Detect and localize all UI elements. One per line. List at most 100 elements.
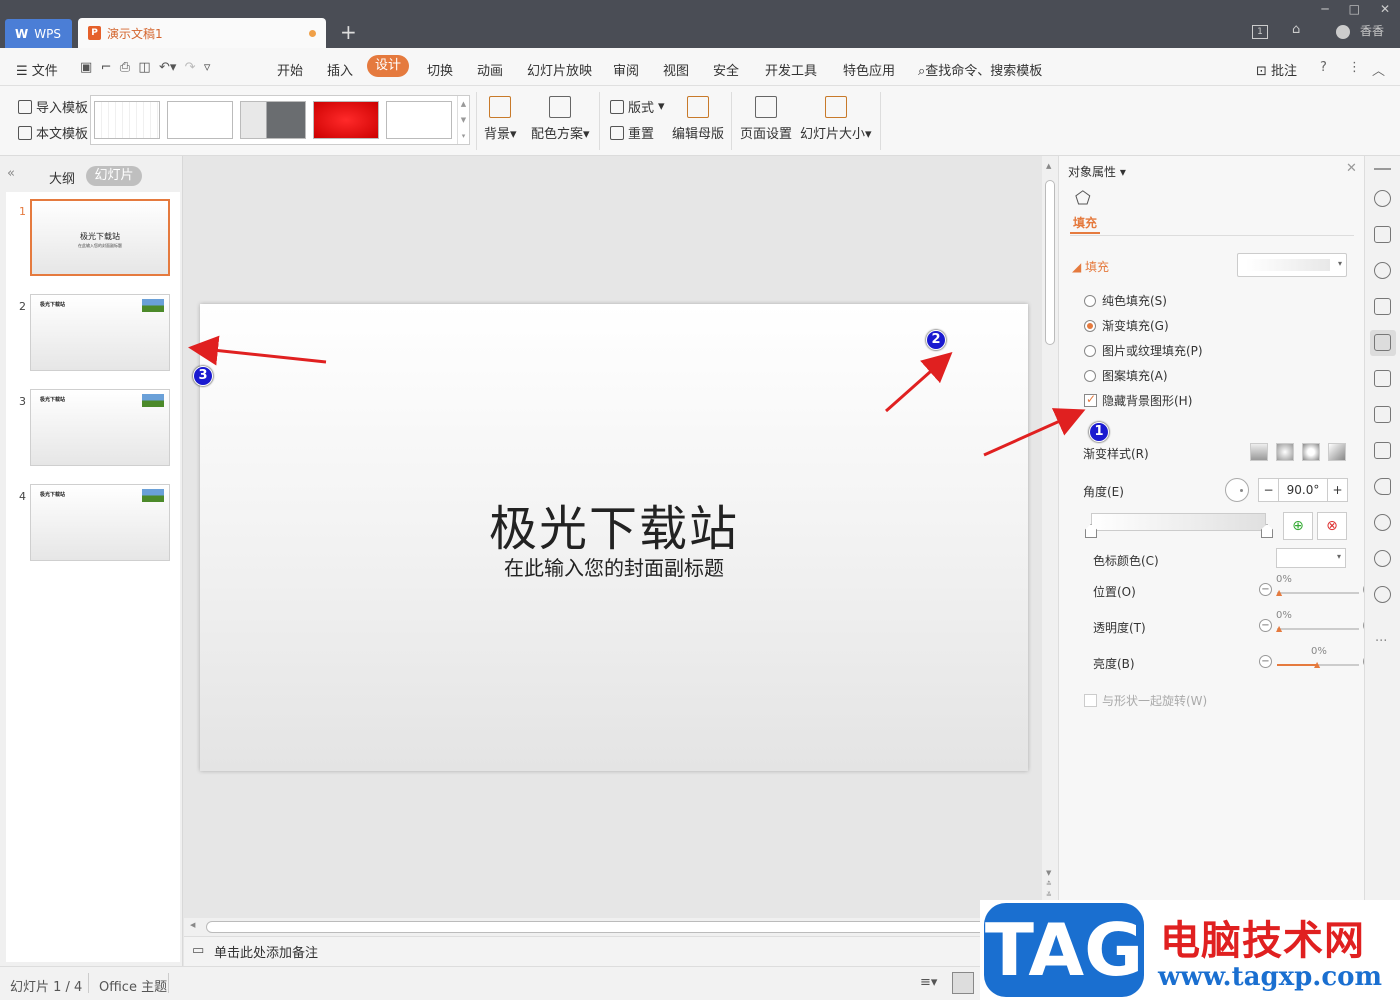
print-icon[interactable]: ⎙	[120, 60, 130, 75]
shape-icon[interactable]	[1374, 262, 1391, 279]
shirt-icon[interactable]: ⌂	[1292, 22, 1300, 37]
customize-icon[interactable]: ▿	[204, 60, 211, 75]
decrement-icon[interactable]: −	[1259, 619, 1272, 632]
minimize-icon[interactable]: ─	[1321, 2, 1328, 16]
download-icon[interactable]	[1374, 514, 1391, 531]
option-solid-fill[interactable]: 纯色填充(S)	[1084, 292, 1167, 309]
comment-button[interactable]: ⊡ 批注	[1256, 60, 1297, 79]
tab-animation[interactable]: 动画	[477, 60, 503, 79]
radio-pattern[interactable]	[1084, 369, 1096, 382]
page-setup-button[interactable]: 页面设置	[740, 96, 792, 142]
slide-thumbnail[interactable]: 极光下载站	[30, 294, 170, 371]
fill-bucket-icon[interactable]: ⬠	[1075, 188, 1091, 209]
tab-outline[interactable]: 大纲	[49, 168, 75, 187]
import-template-button[interactable]: 导入模板	[18, 97, 88, 116]
current-slide[interactable]: 极光下载站 在此输入您的封面副标题	[200, 304, 1028, 771]
scroll-left-icon[interactable]: ◀	[190, 921, 195, 929]
preview-icon[interactable]: ◫	[138, 60, 150, 75]
transparency-slider[interactable]: 透明度(T) − 0% ▲ +	[1093, 610, 1376, 636]
scroll-down-icon[interactable]: ▼ ≛ ≚	[1046, 868, 1052, 901]
linear-gradient-icon[interactable]	[1250, 443, 1268, 461]
tab-fill[interactable]: 填充	[1073, 214, 1097, 231]
tab-developer[interactable]: 开发工具	[765, 60, 817, 79]
format-painter-icon[interactable]: ⌐	[101, 60, 112, 75]
template-thumb-4[interactable]	[313, 101, 379, 139]
slide-subtitle[interactable]: 在此输入您的封面副标题	[200, 552, 1028, 581]
undo-icon[interactable]: ↶▾	[159, 60, 176, 75]
image-icon[interactable]	[1374, 442, 1391, 459]
angle-value[interactable]: 90.0°	[1279, 479, 1327, 501]
angle-stepper[interactable]: − 90.0° +	[1258, 478, 1348, 502]
collapse-panel-icon[interactable]: «	[7, 166, 15, 181]
gallery-icon[interactable]	[1374, 370, 1391, 387]
option-gradient-fill[interactable]: 渐变填充(G)	[1084, 317, 1169, 334]
decrement-icon[interactable]: −	[1259, 655, 1272, 668]
normal-view-icon[interactable]	[952, 972, 974, 994]
increment-icon[interactable]: +	[1327, 479, 1347, 501]
help-circle-icon[interactable]	[1374, 586, 1391, 603]
panel-header[interactable]: 对象属性 ▾	[1068, 163, 1126, 180]
slide-thumbnail[interactable]: 极光下载站	[30, 389, 170, 466]
angle-dial[interactable]	[1225, 478, 1249, 502]
this-template-button[interactable]: 本文模板	[18, 123, 88, 142]
document-tab[interactable]: P 演示文稿1	[78, 18, 326, 48]
more-icon[interactable]: ⋮	[1348, 60, 1361, 75]
maximize-icon[interactable]: □	[1349, 2, 1360, 16]
template-thumb-1[interactable]	[94, 101, 160, 139]
scrollbar-thumb[interactable]	[1045, 180, 1055, 345]
close-panel-icon[interactable]: ✕	[1346, 161, 1357, 176]
wps-home-tab[interactable]: W WPS	[5, 19, 72, 48]
option-hide-background[interactable]: ✓ 隐藏背景图形(H)	[1084, 392, 1192, 409]
scrollbar-thumb[interactable]	[206, 921, 996, 933]
brightness-slider[interactable]: 亮度(B) − 0% ▲ +	[1093, 646, 1376, 672]
search-command[interactable]: ⌕查找命令、搜索模板	[918, 60, 1042, 79]
decrement-icon[interactable]: −	[1259, 583, 1272, 596]
vertical-scrollbar[interactable]: ▲ ▼ ≛ ≚	[1042, 156, 1058, 920]
slide-thumbnail[interactable]: 极光下载站 在此输入您的封面副标题	[30, 199, 170, 276]
tab-design[interactable]: 设计	[367, 55, 409, 77]
collapse-ribbon-icon[interactable]: ︿	[1372, 60, 1385, 79]
radio-solid[interactable]	[1084, 294, 1096, 307]
gradient-bar[interactable]	[1091, 513, 1266, 531]
tab-review[interactable]: 审阅	[613, 60, 639, 79]
template-thumb-3[interactable]	[240, 101, 306, 139]
redo-icon[interactable]: ↷	[185, 60, 196, 75]
history-icon[interactable]	[1374, 550, 1391, 567]
tab-slideshow[interactable]: 幻灯片放映	[527, 60, 592, 79]
tab-slides[interactable]: 幻灯片	[86, 166, 142, 186]
fill-section-header[interactable]: ◢ 填充	[1072, 258, 1109, 275]
save-icon[interactable]: ▣	[80, 60, 92, 75]
template-thumb-5[interactable]	[386, 101, 452, 139]
notes-area[interactable]: ▭ 单击此处添加备注	[184, 936, 1042, 966]
position-slider[interactable]: 位置(O) − 0% ▲ +	[1093, 574, 1376, 600]
speaker-icon[interactable]	[1374, 478, 1391, 495]
tab-start[interactable]: 开始	[277, 60, 303, 79]
notes-view-icon[interactable]: ≡▾	[920, 975, 937, 990]
slider-thumb[interactable]: ▲	[1276, 624, 1282, 633]
tab-view[interactable]: 视图	[663, 60, 689, 79]
star-icon[interactable]	[1374, 190, 1391, 207]
radio-gradient[interactable]	[1084, 319, 1096, 332]
avatar[interactable]	[1336, 25, 1350, 39]
adjust-icon[interactable]	[1374, 334, 1391, 351]
close-icon[interactable]: ✕	[1380, 2, 1390, 16]
hide-background-checkbox[interactable]: ✓	[1084, 392, 1097, 407]
window-count-icon[interactable]: 1	[1252, 25, 1268, 39]
new-tab-button[interactable]: +	[340, 20, 357, 44]
fill-color-dropdown[interactable]: ▾	[1237, 253, 1347, 277]
decrement-icon[interactable]: −	[1259, 479, 1279, 501]
radio-picture[interactable]	[1084, 344, 1096, 357]
edit-master-button[interactable]: 编辑母版	[672, 96, 724, 142]
radial-gradient-icon[interactable]	[1276, 443, 1294, 461]
stop-color-dropdown[interactable]: ▾	[1276, 548, 1346, 568]
tab-special[interactable]: 特色应用	[843, 60, 895, 79]
tab-transition[interactable]: 切换	[427, 60, 453, 79]
rectangular-gradient-icon[interactable]	[1302, 443, 1320, 461]
tab-security[interactable]: 安全	[713, 60, 739, 79]
slide-size-button[interactable]: 幻灯片大小▾	[800, 96, 872, 142]
delete-stop-icon[interactable]: ⊗	[1317, 512, 1347, 540]
gallery-scroll[interactable]: ▲ ▼ ▾	[457, 96, 469, 144]
user-name[interactable]: 香香	[1360, 22, 1384, 39]
tab-insert[interactable]: 插入	[327, 60, 353, 79]
slider-thumb[interactable]: ▲	[1276, 588, 1282, 597]
